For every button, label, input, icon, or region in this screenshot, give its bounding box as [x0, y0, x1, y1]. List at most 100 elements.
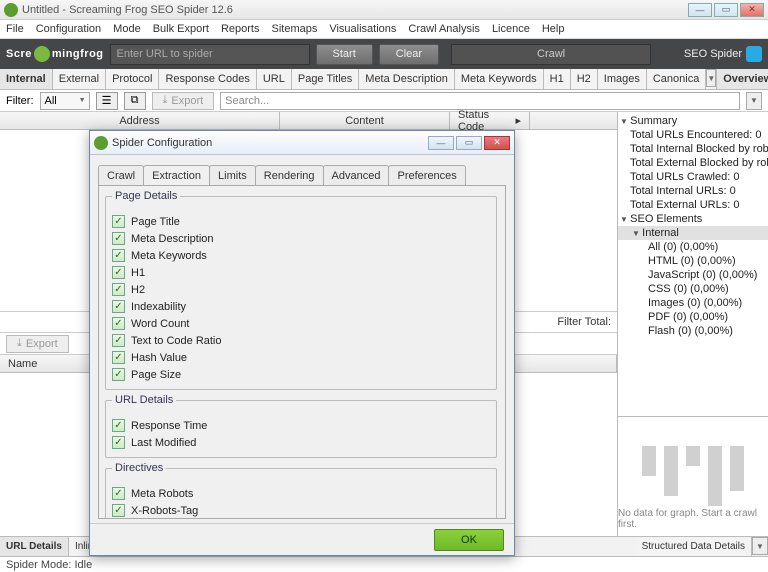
node-seo-elements[interactable]: SEO Elements [618, 212, 768, 226]
tab-h2[interactable]: H2 [571, 69, 598, 89]
stat-encountered: Total URLs Encountered: 0 [618, 128, 768, 142]
start-button[interactable]: Start [316, 44, 373, 65]
tab-response-codes[interactable]: Response Codes [159, 69, 256, 89]
tab-overflow-button[interactable]: ▼ [706, 69, 716, 87]
checkbox-page-details-2[interactable]: ✓Meta Keywords [112, 247, 490, 264]
graph-bars-placeholder [642, 446, 744, 506]
dtab-advanced[interactable]: Advanced [323, 165, 390, 185]
dialog-close[interactable]: ✕ [484, 136, 510, 150]
dialog-title: Spider Configuration [112, 137, 426, 149]
item-javascript[interactable]: JavaScript (0) (0,00%) [618, 268, 768, 282]
item-html[interactable]: HTML (0) (0,00%) [618, 254, 768, 268]
btab-url-details[interactable]: URL Details [0, 537, 69, 556]
check-icon: ✓ [112, 232, 125, 245]
checkbox-page-details-5[interactable]: ✓Indexability [112, 298, 490, 315]
dialog-maximize[interactable]: ▭ [456, 136, 482, 150]
view-list-icon[interactable]: ☰ [96, 92, 118, 110]
stat-internal-blocked: Total Internal Blocked by robots: 0 [618, 142, 768, 156]
item-pdf[interactable]: PDF (0) (0,00%) [618, 310, 768, 324]
tab-canonicals[interactable]: Canonica [647, 69, 706, 89]
check-icon: ✓ [112, 368, 125, 381]
status-text: Spider Mode: Idle [6, 559, 92, 571]
checkbox-url-details-0[interactable]: ✓Response Time [112, 417, 490, 434]
tab-url[interactable]: URL [257, 69, 292, 89]
legend-page-details: Page Details [112, 190, 180, 202]
item-flash[interactable]: Flash (0) (0,00%) [618, 324, 768, 338]
url-input[interactable]: Enter URL to spider [110, 44, 310, 65]
logo-text-a: Scre [6, 48, 32, 60]
checkbox-directives-1[interactable]: ✓X-Robots-Tag [112, 502, 490, 519]
dtab-rendering[interactable]: Rendering [255, 165, 324, 185]
item-images[interactable]: Images (0) (0,00%) [618, 296, 768, 310]
checkbox-label: Last Modified [131, 437, 196, 449]
checkbox-page-details-6[interactable]: ✓Word Count [112, 315, 490, 332]
menu-configuration[interactable]: Configuration [36, 23, 101, 35]
filter-combo[interactable]: All [40, 92, 90, 110]
col-content[interactable]: Content [280, 112, 450, 129]
export-button-lower[interactable]: ⤓Export [6, 335, 69, 353]
tab-meta-description[interactable]: Meta Description [359, 69, 455, 89]
view-tree-icon[interactable]: ⧉ [124, 92, 146, 110]
tab-internal[interactable]: Internal [0, 69, 53, 89]
checkbox-page-details-9[interactable]: ✓Page Size [112, 366, 490, 383]
node-internal[interactable]: Internal [618, 226, 768, 240]
dtab-preferences[interactable]: Preferences [388, 165, 465, 185]
checkbox-page-details-1[interactable]: ✓Meta Description [112, 230, 490, 247]
checkbox-page-details-0[interactable]: ✓Page Title [112, 213, 490, 230]
checkbox-page-details-8[interactable]: ✓Hash Value [112, 349, 490, 366]
node-summary[interactable]: Summary [618, 114, 768, 128]
menu-bulk-export[interactable]: Bulk Export [153, 23, 209, 35]
menu-sitemaps[interactable]: Sitemaps [271, 23, 317, 35]
window-minimize[interactable]: — [688, 3, 712, 17]
col-status[interactable]: Status Code ▸ [450, 112, 530, 129]
brand-text: SEO Spider [684, 48, 742, 60]
logo-text-b: mingfrog [52, 48, 104, 60]
dialog-minimize[interactable]: — [428, 136, 454, 150]
menu-reports[interactable]: Reports [221, 23, 260, 35]
dtab-crawl[interactable]: Crawl [98, 165, 144, 185]
tab-external[interactable]: External [53, 69, 106, 89]
crawl-mode-dropdown[interactable]: Crawl [451, 44, 651, 65]
check-icon: ✓ [112, 334, 125, 347]
dialog-titlebar: Spider Configuration — ▭ ✕ [90, 131, 514, 155]
search-input[interactable]: Search... [220, 92, 740, 110]
checkbox-page-details-4[interactable]: ✓H2 [112, 281, 490, 298]
checkbox-directives-0[interactable]: ✓Meta Robots [112, 485, 490, 502]
twitter-icon[interactable] [746, 46, 762, 62]
item-all[interactable]: All (0) (0,00%) [618, 240, 768, 254]
btab-overflow-button[interactable]: ▼ [752, 537, 768, 555]
dtab-limits[interactable]: Limits [209, 165, 256, 185]
dtab-extraction[interactable]: Extraction [143, 165, 210, 185]
stat-internal: Total Internal URLs: 0 [618, 184, 768, 198]
check-icon: ✓ [112, 419, 125, 432]
menu-visualisations[interactable]: Visualisations [329, 23, 396, 35]
tab-h1[interactable]: H1 [544, 69, 571, 89]
window-close[interactable]: ✕ [740, 3, 764, 17]
menu-mode[interactable]: Mode [113, 23, 141, 35]
sidetab-overview[interactable]: Overview [716, 69, 768, 89]
menu-crawl-analysis[interactable]: Crawl Analysis [408, 23, 480, 35]
checkbox-page-details-7[interactable]: ✓Text to Code Ratio [112, 332, 490, 349]
tab-page-titles[interactable]: Page Titles [292, 69, 359, 89]
dialog-pane[interactable]: Page Details ✓Page Title✓Meta Descriptio… [98, 185, 506, 519]
col-address[interactable]: Address [0, 112, 280, 129]
item-css[interactable]: CSS (0) (0,00%) [618, 282, 768, 296]
export-button-top[interactable]: ⤓Export [152, 92, 215, 110]
btab-structured-data[interactable]: Structured Data Details [636, 537, 752, 556]
tab-protocol[interactable]: Protocol [106, 69, 159, 89]
window-maximize[interactable]: ▭ [714, 3, 738, 17]
ok-button[interactable]: OK [434, 529, 504, 551]
checkbox-label: X-Robots-Tag [131, 505, 198, 517]
check-icon: ✓ [112, 215, 125, 228]
menu-file[interactable]: File [6, 23, 24, 35]
search-options-button[interactable]: ▼ [746, 92, 762, 110]
checkbox-page-details-3[interactable]: ✓H1 [112, 264, 490, 281]
check-icon: ✓ [112, 283, 125, 296]
tab-images[interactable]: Images [598, 69, 647, 89]
menu-licence[interactable]: Licence [492, 23, 530, 35]
clear-button[interactable]: Clear [379, 44, 439, 65]
menu-help[interactable]: Help [542, 23, 565, 35]
tab-meta-keywords[interactable]: Meta Keywords [455, 69, 544, 89]
checkbox-url-details-1[interactable]: ✓Last Modified [112, 434, 490, 451]
check-icon: ✓ [112, 487, 125, 500]
